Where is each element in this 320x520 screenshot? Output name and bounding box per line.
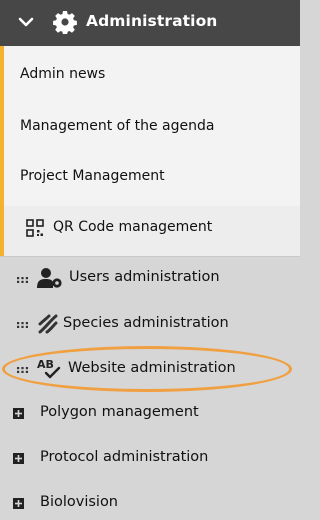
submenu-item-project-management[interactable]: Project Management [20, 168, 165, 184]
submenu-item-qr-code[interactable]: QR Code management [0, 206, 300, 256]
menu-item-biolovision[interactable]: Biolovision [0, 482, 300, 520]
spellcheck-icon: AB [37, 358, 61, 379]
menu-item-label: Protocol administration [40, 449, 209, 465]
submenu-item-admin-news[interactable]: Admin news [20, 66, 105, 82]
menu-item-users-administration[interactable]: Users administration [0, 257, 300, 302]
menu-item-label: Biolovision [40, 494, 119, 510]
menu-item-species-administration[interactable]: Species administration [0, 302, 300, 347]
gear-icon [53, 11, 77, 34]
submenu-item-agenda[interactable]: Management of the agenda [20, 118, 214, 134]
qr-code-icon [26, 219, 44, 237]
chevron-down-icon[interactable] [17, 13, 35, 31]
menu-item-protocol-administration[interactable]: Protocol administration [0, 437, 300, 482]
admin-submenu: Admin news Management of the agenda Proj… [0, 46, 300, 226]
drag-handle-icon[interactable] [17, 367, 28, 373]
admin-section-header[interactable]: Administration [0, 0, 300, 46]
menu-item-label: Species administration [63, 315, 229, 331]
menu-item-website-administration[interactable]: AB Website administration [0, 347, 300, 392]
menu-item-label: Polygon management [40, 404, 199, 420]
drag-handle-icon[interactable] [17, 322, 28, 328]
drag-handle-icon[interactable] [17, 277, 28, 283]
dna-icon [38, 314, 58, 334]
svg-text:AB: AB [37, 358, 54, 371]
menu-item-label: Users administration [69, 269, 220, 285]
menu-item-polygon-management[interactable]: Polygon management [0, 392, 300, 437]
menu-item-label: Website administration [68, 360, 236, 376]
plus-square-icon[interactable] [13, 498, 24, 509]
plus-square-icon[interactable] [13, 408, 24, 419]
submenu-item-label: QR Code management [53, 219, 213, 235]
plus-square-icon[interactable] [13, 453, 24, 464]
users-gear-icon [37, 268, 62, 288]
section-title: Administration [86, 12, 218, 30]
